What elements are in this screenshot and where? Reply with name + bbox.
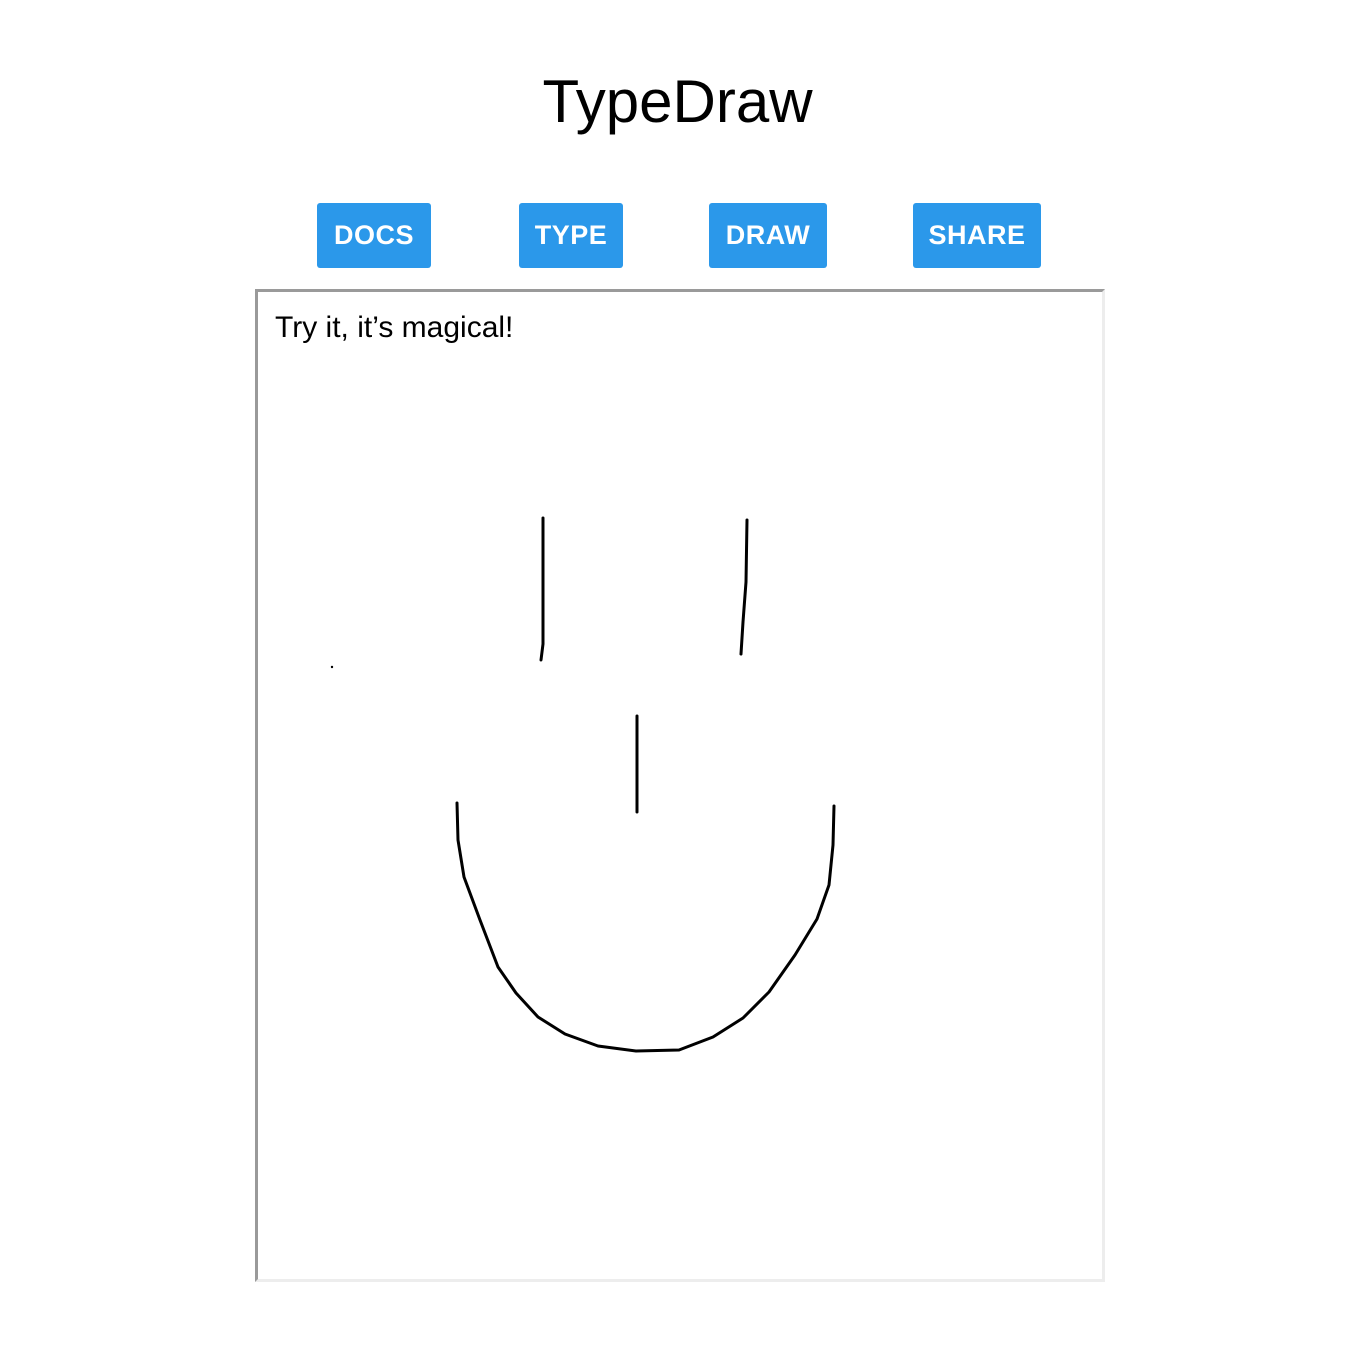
mouth-stroke xyxy=(455,801,836,1053)
ink-dot xyxy=(330,665,334,669)
drawing-canvas[interactable] xyxy=(258,292,1102,1279)
drawing-editor[interactable]: Try it, it’s magical! xyxy=(255,289,1105,1282)
type-button[interactable]: TYPE xyxy=(519,203,623,268)
left-eye-stroke xyxy=(539,516,545,662)
right-eye-stroke xyxy=(739,518,749,656)
app-title: TypeDraw xyxy=(542,68,813,135)
docs-button[interactable]: DOCS xyxy=(317,203,431,268)
share-button[interactable]: SHARE xyxy=(913,203,1041,268)
draw-button[interactable]: DRAW xyxy=(709,203,827,268)
